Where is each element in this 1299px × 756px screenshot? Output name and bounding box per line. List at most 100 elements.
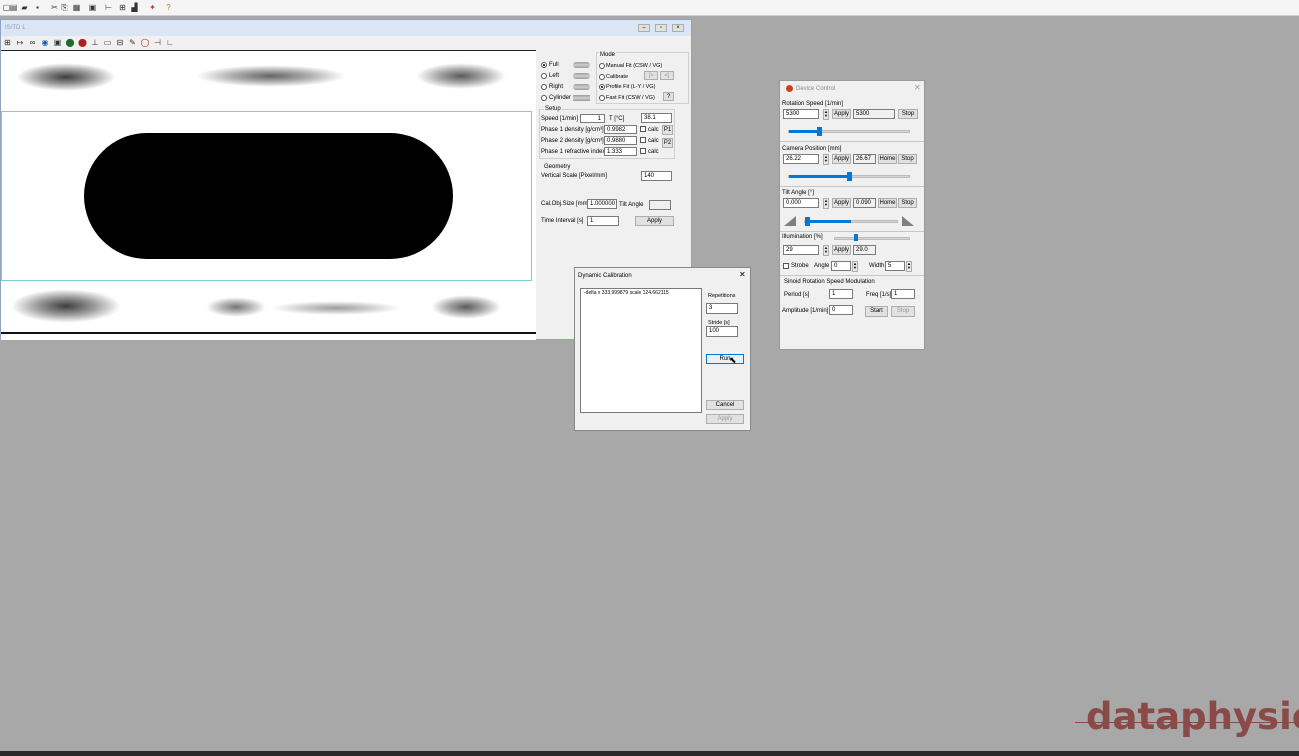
snapshot-icon[interactable]: ▣ [53, 39, 62, 47]
rotation-slider-thumb[interactable] [817, 127, 822, 136]
strobe-width-input[interactable]: 5 [885, 261, 905, 271]
phase1-density-input[interactable]: 0.9982 [604, 125, 637, 134]
rotation-slider-fill [789, 130, 819, 133]
apply-button[interactable]: Apply [706, 414, 744, 424]
period-input[interactable]: 1 [829, 289, 853, 299]
period-label: Period [s] [784, 292, 810, 298]
copy-icon[interactable]: ⎘ [60, 4, 69, 12]
record-icon[interactable]: ◯ [141, 39, 150, 47]
illumination-slider-thumb[interactable] [854, 234, 858, 241]
vertical-scale-input[interactable]: 140 [641, 171, 672, 181]
export-icon[interactable]: ⊟ [116, 39, 125, 47]
calib-left-button[interactable]: |> [644, 71, 658, 80]
camera-position-spinner[interactable]: ▲ ▼ [823, 154, 829, 165]
angle-icon[interactable]: ∟ [166, 39, 175, 47]
tilt-angle-spinner[interactable]: ▲ ▼ [823, 198, 829, 209]
apply-button[interactable]: Apply [635, 216, 674, 226]
cal-obj-size-input[interactable]: 1.000000 [587, 199, 617, 209]
illumination-spinner[interactable]: ▲ ▼ [823, 245, 829, 256]
amplitude-input[interactable]: 0 [829, 305, 853, 315]
pen-icon[interactable]: ✎ [128, 39, 137, 47]
camera-slider-thumb[interactable] [847, 172, 852, 181]
p1-button[interactable]: P1 [662, 125, 673, 135]
camera-position-readout: 26.67 [853, 154, 876, 164]
refractive-calc-checkbox[interactable] [640, 148, 646, 154]
camera-apply-button[interactable]: Apply [832, 154, 851, 164]
mode-radio-2[interactable] [599, 84, 605, 90]
phase1-density-calc-checkbox[interactable] [640, 126, 646, 132]
pin-icon[interactable]: ✦ [148, 4, 157, 12]
strobe-angle-spinner[interactable]: ▲ ▼ [852, 261, 858, 272]
baseline-icon[interactable]: ↦ [16, 39, 25, 47]
help-icon[interactable]: ? [164, 4, 173, 12]
rotation-stop-button[interactable]: Stop [898, 109, 918, 119]
cancel-button[interactable]: Cancel [706, 400, 744, 410]
minimize-button[interactable]: – [638, 24, 650, 32]
shape-radio-left[interactable] [541, 73, 547, 79]
tilt-angle-input[interactable]: 0.000 [783, 198, 819, 208]
image-icon[interactable]: ▭ [103, 39, 112, 47]
phase1-refractive-input[interactable]: 1.333 [604, 147, 637, 156]
mode-radio-1[interactable] [599, 73, 605, 80]
speed-input[interactable]: 1 [580, 114, 605, 123]
rotation-apply-button[interactable]: Apply [832, 109, 851, 119]
color2-icon[interactable]: ⬤ [78, 39, 87, 47]
camera-icon[interactable]: ◉ [41, 39, 50, 47]
tilt-apply-button[interactable]: Apply [832, 198, 851, 208]
level-icon[interactable]: ⊥ [91, 39, 100, 47]
maximize-button[interactable]: ▫ [655, 24, 667, 32]
strobe-width-spinner[interactable]: ▲ ▼ [906, 261, 912, 272]
grid-icon[interactable]: ⊞ [3, 39, 12, 47]
save-icon[interactable]: ▪ [33, 4, 42, 12]
paste-icon[interactable]: ▦ [72, 4, 81, 12]
cut-icon[interactable]: ✂ [50, 4, 59, 12]
phase2-density-input[interactable]: 0.9880 [604, 136, 637, 145]
print-icon[interactable]: ▣ [88, 4, 97, 12]
zoom-icon[interactable]: ∞ [28, 39, 37, 47]
shape-radio-cylinder[interactable] [541, 95, 547, 101]
table-icon[interactable]: ▤ [9, 4, 18, 12]
p2-button[interactable]: P2 [662, 138, 673, 148]
tilt-angle-input[interactable] [649, 200, 671, 210]
calc-label: calc [648, 138, 659, 144]
mode-radio-0[interactable] [599, 63, 605, 69]
calibration-log[interactable]: -delta x 333.999879 scale 124.662115 [580, 288, 702, 413]
mode-radio-3[interactable] [599, 94, 605, 101]
illumination-apply-button[interactable]: Apply [832, 245, 851, 255]
camera-position-input[interactable]: 26.22 [783, 154, 819, 164]
close-icon[interactable]: ✕ [739, 271, 746, 279]
sinoid-stop-button[interactable]: Stop [891, 306, 915, 317]
stride-input[interactable]: 100 [706, 326, 738, 337]
help-button[interactable]: ? [663, 92, 674, 101]
calib-right-button[interactable]: <| [660, 71, 674, 80]
tilt-slider-thumb[interactable] [805, 217, 810, 226]
open-icon[interactable]: ▰ [20, 4, 29, 12]
tilt-home-button[interactable]: Home [878, 198, 897, 208]
temperature-input[interactable]: 38.1 [641, 113, 672, 123]
shape-radio-full[interactable] [541, 62, 547, 68]
flip-icon[interactable]: ⊣ [153, 39, 162, 47]
fit-icon[interactable]: ⊢ [104, 4, 113, 12]
color-icon[interactable]: ⬤ [66, 39, 75, 47]
rotation-speed-input[interactable]: 5300 [783, 109, 819, 119]
camera-stop-button[interactable]: Stop [898, 154, 917, 164]
close-button[interactable]: × [672, 24, 684, 32]
measure-icon[interactable]: ⊞ [118, 4, 127, 12]
rotation-speed-spinner[interactable]: ▲ ▼ [823, 109, 829, 120]
strobe-angle-input[interactable]: 0 [831, 261, 851, 271]
time-interval-input[interactable]: 1 [587, 216, 619, 226]
repetitions-input[interactable]: 3 [706, 303, 738, 314]
phase2-density-calc-checkbox[interactable] [640, 137, 646, 143]
freq-input[interactable]: 1 [891, 289, 915, 299]
shape-radio-right[interactable] [541, 84, 547, 90]
illumination-slider-track[interactable] [834, 237, 910, 240]
camera-home-button[interactable]: Home [878, 154, 897, 164]
child-title-bar[interactable]: IS/TD 1 – ▫ × [1, 20, 691, 36]
tilt-stop-button[interactable]: Stop [898, 198, 917, 208]
sinoid-start-button[interactable]: Start [865, 306, 888, 317]
strobe-checkbox[interactable] [783, 263, 789, 269]
run-button[interactable]: Run [706, 354, 744, 364]
close-icon[interactable]: ✕ [914, 84, 921, 92]
chart-icon[interactable]: ▟ [130, 4, 139, 12]
illumination-input[interactable]: 29 [783, 245, 819, 255]
